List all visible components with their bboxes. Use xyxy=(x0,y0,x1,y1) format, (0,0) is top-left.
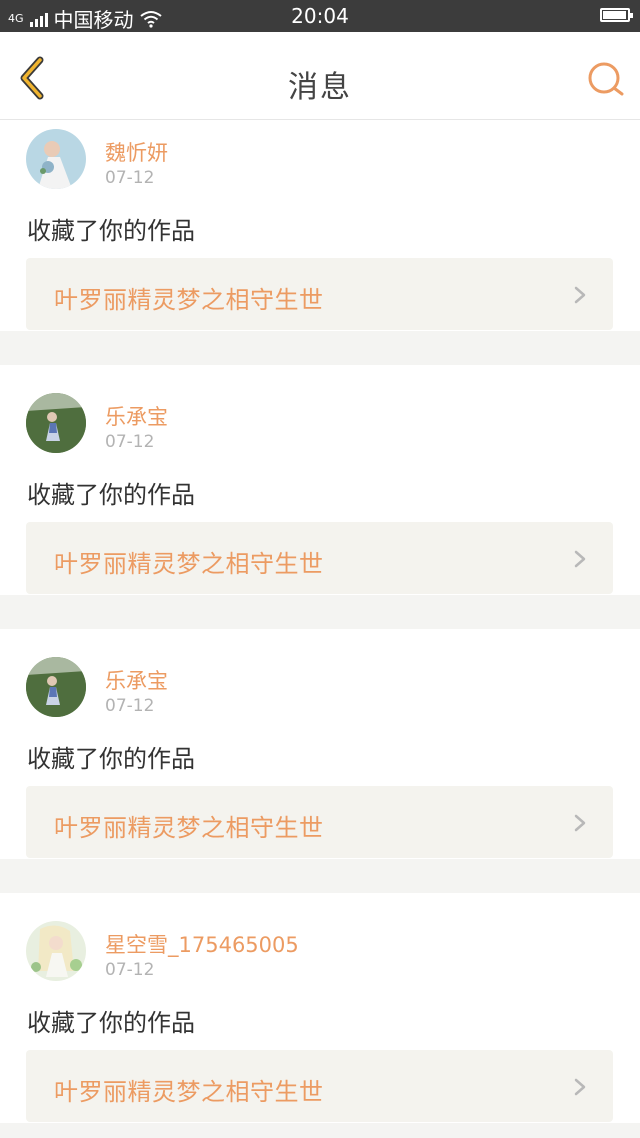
work-link[interactable]: 叶罗丽精灵梦之相守生世 xyxy=(26,258,613,330)
nav-bar: 消息 xyxy=(0,32,640,120)
message-card: 乐承宝 07-12 收藏了你的作品 叶罗丽精灵梦之相守生世 xyxy=(0,365,640,595)
page-title: 消息 xyxy=(288,70,352,105)
chevron-right-icon xyxy=(574,814,586,832)
message-date: 07-12 xyxy=(105,168,155,188)
avatar[interactable] xyxy=(26,921,86,981)
message-text: 收藏了你的作品 xyxy=(27,217,195,245)
avatar[interactable] xyxy=(26,657,86,717)
message-text: 收藏了你的作品 xyxy=(27,745,195,773)
username[interactable]: 魏忻妍 xyxy=(105,137,168,167)
battery-icon xyxy=(600,8,633,22)
chevron-right-icon xyxy=(574,286,586,304)
message-text: 收藏了你的作品 xyxy=(27,1009,195,1037)
work-title: 叶罗丽精灵梦之相守生世 xyxy=(54,550,324,578)
search-icon[interactable] xyxy=(586,60,626,100)
username[interactable]: 星空雪_175465005 xyxy=(105,929,299,959)
status-bar: 4G 中国移动 20:04 xyxy=(0,0,640,32)
message-text: 收藏了你的作品 xyxy=(27,481,195,509)
message-list[interactable]: 魏忻妍 07-12 收藏了你的作品 叶罗丽精灵梦之相守生世 乐承宝 07-12 … xyxy=(0,120,640,1138)
work-link[interactable]: 叶罗丽精灵梦之相守生世 xyxy=(26,786,613,858)
message-date: 07-12 xyxy=(105,696,155,716)
avatar[interactable] xyxy=(26,129,86,189)
message-card: 乐承宝 07-12 收藏了你的作品 叶罗丽精灵梦之相守生世 xyxy=(0,629,640,859)
message-card: 星空雪_175465005 07-12 收藏了你的作品 叶罗丽精灵梦之相守生世 xyxy=(0,893,640,1123)
username[interactable]: 乐承宝 xyxy=(105,401,168,431)
message-date: 07-12 xyxy=(105,432,155,452)
message-date: 07-12 xyxy=(105,960,155,980)
avatar[interactable] xyxy=(26,393,86,453)
chevron-right-icon xyxy=(574,1078,586,1096)
username[interactable]: 乐承宝 xyxy=(105,665,168,695)
battery-level xyxy=(603,11,626,19)
work-title: 叶罗丽精灵梦之相守生世 xyxy=(54,814,324,842)
work-link[interactable]: 叶罗丽精灵梦之相守生世 xyxy=(26,1050,613,1122)
message-card: 魏忻妍 07-12 收藏了你的作品 叶罗丽精灵梦之相守生世 xyxy=(0,120,640,331)
work-title: 叶罗丽精灵梦之相守生世 xyxy=(54,286,324,314)
chevron-right-icon xyxy=(574,550,586,568)
work-link[interactable]: 叶罗丽精灵梦之相守生世 xyxy=(26,522,613,594)
clock: 20:04 xyxy=(291,4,349,28)
work-title: 叶罗丽精灵梦之相守生世 xyxy=(54,1078,324,1106)
